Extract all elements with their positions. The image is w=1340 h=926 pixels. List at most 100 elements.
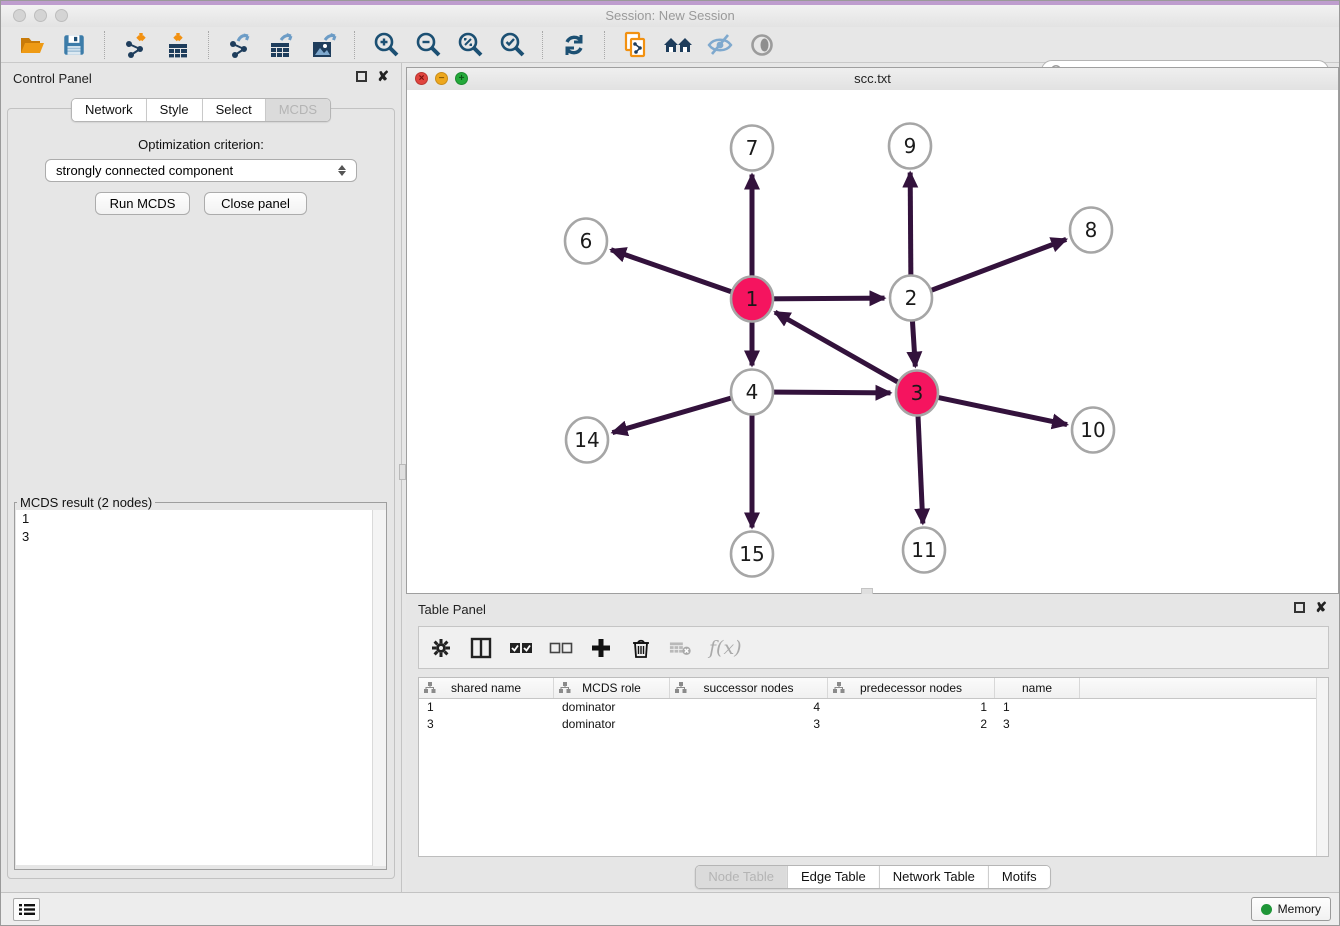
refresh-icon[interactable] — [558, 30, 590, 60]
splitter-handle[interactable] — [399, 464, 406, 480]
network-graph: 7 9 6 8 1 2 4 3 14 10 15 11 — [407, 90, 1340, 594]
graph-edge-3-10[interactable] — [925, 395, 1067, 425]
table-cell[interactable]: 1 — [828, 699, 995, 716]
tab-network-table[interactable]: Network Table — [879, 866, 988, 888]
graph-node-8[interactable]: 8 — [1070, 208, 1112, 253]
graph-edge-1-2[interactable] — [761, 298, 885, 299]
graph-edge-2-8[interactable] — [919, 239, 1066, 295]
table-cell[interactable]: 3 — [995, 716, 1080, 733]
close-panel-icon[interactable]: ✘ — [377, 71, 389, 82]
mcds-result-title: MCDS result (2 nodes) — [17, 495, 155, 510]
destroy-table-icon[interactable] — [669, 636, 693, 660]
close-panel-icon[interactable]: ✘ — [1315, 602, 1327, 613]
memory-button[interactable]: Memory — [1251, 897, 1331, 921]
graph-node-3[interactable]: 3 — [896, 371, 938, 416]
open-folder-icon[interactable] — [16, 30, 48, 60]
mcds-result-list[interactable]: 13 — [16, 510, 385, 865]
hide-selected-icon[interactable] — [704, 30, 736, 60]
mcds-result-item[interactable]: 1 — [16, 510, 385, 528]
run-mcds-button[interactable]: Run MCDS — [95, 192, 190, 215]
table-cell[interactable]: 1 — [995, 699, 1080, 716]
tab-node-table[interactable]: Node Table — [695, 866, 787, 888]
close-panel-button[interactable]: Close panel — [204, 192, 307, 215]
column-header-name[interactable]: name — [995, 678, 1080, 698]
toolbar-separator — [542, 31, 544, 59]
column-header-shared-name[interactable]: shared name — [419, 678, 554, 698]
graph-edge-3-1[interactable] — [775, 312, 910, 389]
graph-edge-4-3[interactable] — [761, 392, 891, 393]
graph-node-7[interactable]: 7 — [731, 126, 773, 171]
table-cell[interactable]: 4 — [670, 699, 828, 716]
import-network-icon[interactable] — [120, 30, 152, 60]
table-header-row: shared nameMCDS rolesuccessor nodesprede… — [419, 678, 1328, 699]
tab-select[interactable]: Select — [202, 99, 265, 121]
result-scrollbar[interactable] — [372, 510, 386, 866]
criterion-select[interactable]: strongly connected component — [45, 159, 357, 182]
toolbar-separator — [208, 31, 210, 59]
zoom-in-icon[interactable] — [370, 30, 402, 60]
tab-style[interactable]: Style — [146, 99, 202, 121]
table-row[interactable]: 1dominator411 — [419, 699, 1328, 716]
graph-edge-4-14[interactable] — [612, 394, 743, 432]
table-cell[interactable]: 1 — [419, 699, 554, 716]
list-icon — [19, 903, 35, 916]
select-all-icon[interactable] — [509, 636, 533, 660]
graph-node-2[interactable]: 2 — [890, 276, 932, 321]
graph-node-4[interactable]: 4 — [731, 370, 773, 415]
export-network-icon[interactable] — [224, 30, 256, 60]
graph-edge-1-6[interactable] — [611, 250, 744, 296]
table-cell[interactable]: 2 — [828, 716, 995, 733]
graph-node-9[interactable]: 9 — [889, 124, 931, 169]
import-table-icon[interactable] — [162, 30, 194, 60]
save-icon[interactable] — [58, 30, 90, 60]
table-cell[interactable]: 3 — [670, 716, 828, 733]
toolbar-separator — [604, 31, 606, 59]
attribute-icon — [833, 682, 845, 694]
graph-node-6[interactable]: 6 — [565, 219, 607, 264]
function-builder-icon[interactable]: f(x) — [709, 637, 742, 659]
graph-edge-3-11[interactable] — [917, 402, 922, 524]
float-panel-icon[interactable] — [356, 71, 367, 82]
column-panel-icon[interactable] — [469, 636, 493, 660]
table-scrollbar[interactable] — [1316, 678, 1328, 856]
svg-text:8: 8 — [1085, 218, 1098, 242]
network-canvas[interactable]: 7 9 6 8 1 2 4 3 14 10 15 11 — [407, 90, 1338, 593]
table-row[interactable]: 3dominator323 — [419, 716, 1328, 733]
application-window: Session: New Session — [0, 0, 1340, 926]
column-header-successor-nodes[interactable]: successor nodes — [670, 678, 828, 698]
gear-icon[interactable] — [429, 636, 453, 660]
zoom-selected-icon[interactable] — [496, 30, 528, 60]
column-header-MCDS-role[interactable]: MCDS role — [554, 678, 670, 698]
graph-node-1[interactable]: 1 — [731, 277, 773, 322]
zoom-out-icon[interactable] — [412, 30, 444, 60]
graph-node-14[interactable]: 14 — [566, 418, 608, 463]
graph-node-10[interactable]: 10 — [1072, 408, 1114, 453]
show-all-icon[interactable] — [746, 30, 778, 60]
tab-mcds[interactable]: MCDS — [265, 99, 330, 121]
table-cell[interactable]: 3 — [419, 716, 554, 733]
graph-node-11[interactable]: 11 — [903, 528, 945, 573]
task-history-button[interactable] — [13, 898, 40, 921]
trash-icon[interactable] — [629, 636, 653, 660]
graph-edge-2-9[interactable] — [910, 172, 911, 289]
svg-text:7: 7 — [746, 136, 759, 160]
export-table-icon[interactable] — [266, 30, 298, 60]
table-cell[interactable]: dominator — [554, 699, 670, 716]
tab-edge-table[interactable]: Edge Table — [787, 866, 879, 888]
tab-network[interactable]: Network — [72, 99, 146, 121]
network-view-window: × − + scc.txt 7968124314101511 — [406, 67, 1339, 594]
tab-motifs[interactable]: Motifs — [988, 866, 1050, 888]
main-toolbar — [1, 27, 1339, 63]
table-cell[interactable]: dominator — [554, 716, 670, 733]
svg-text:15: 15 — [739, 542, 764, 566]
first-neighbors-icon[interactable] — [662, 30, 694, 60]
graph-node-15[interactable]: 15 — [731, 532, 773, 577]
mcds-result-item[interactable]: 3 — [16, 528, 385, 546]
float-panel-icon[interactable] — [1294, 602, 1305, 613]
new-network-from-selection-icon[interactable] — [620, 30, 652, 60]
export-image-icon[interactable] — [308, 30, 340, 60]
deselect-all-icon[interactable] — [549, 636, 573, 660]
zoom-fit-icon[interactable] — [454, 30, 486, 60]
add-icon[interactable] — [589, 636, 613, 660]
column-header-predecessor-nodes[interactable]: predecessor nodes — [828, 678, 995, 698]
